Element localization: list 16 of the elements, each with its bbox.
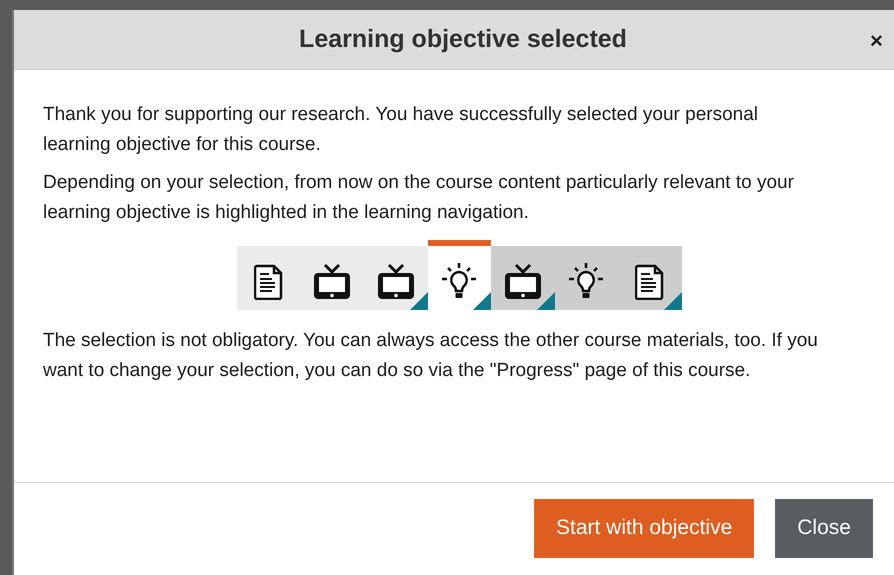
corner-marker-icon <box>410 292 428 310</box>
tv-icon <box>376 263 416 301</box>
tv-icon <box>502 263 543 301</box>
paragraph: The selection is not obligatory. You can always access the other course materials, too. If you want to change your selection, you can do so via the "Progress" page of this course. <box>43 329 819 383</box>
corner-marker-icon <box>664 292 682 310</box>
corner-marker-icon <box>536 292 554 310</box>
document-icon <box>634 264 665 300</box>
close-button[interactable]: Close <box>775 498 873 558</box>
start-button[interactable]: Start with objective <box>534 498 754 558</box>
dialog-title: Learning objective selected <box>299 24 627 55</box>
tv-icon <box>312 263 352 301</box>
paragraph: Thank you for supporting our research. You have successfully selected your personal learning objective for this course. <box>43 103 760 157</box>
corner-marker-icon <box>473 292 491 310</box>
paragraph: Depending on your selection, from now on the course content particularly relevant to your learning objective is highlighted in the learning navigation. <box>43 171 795 225</box>
navigation-item[interactable] <box>428 240 491 310</box>
document-icon <box>254 264 284 300</box>
